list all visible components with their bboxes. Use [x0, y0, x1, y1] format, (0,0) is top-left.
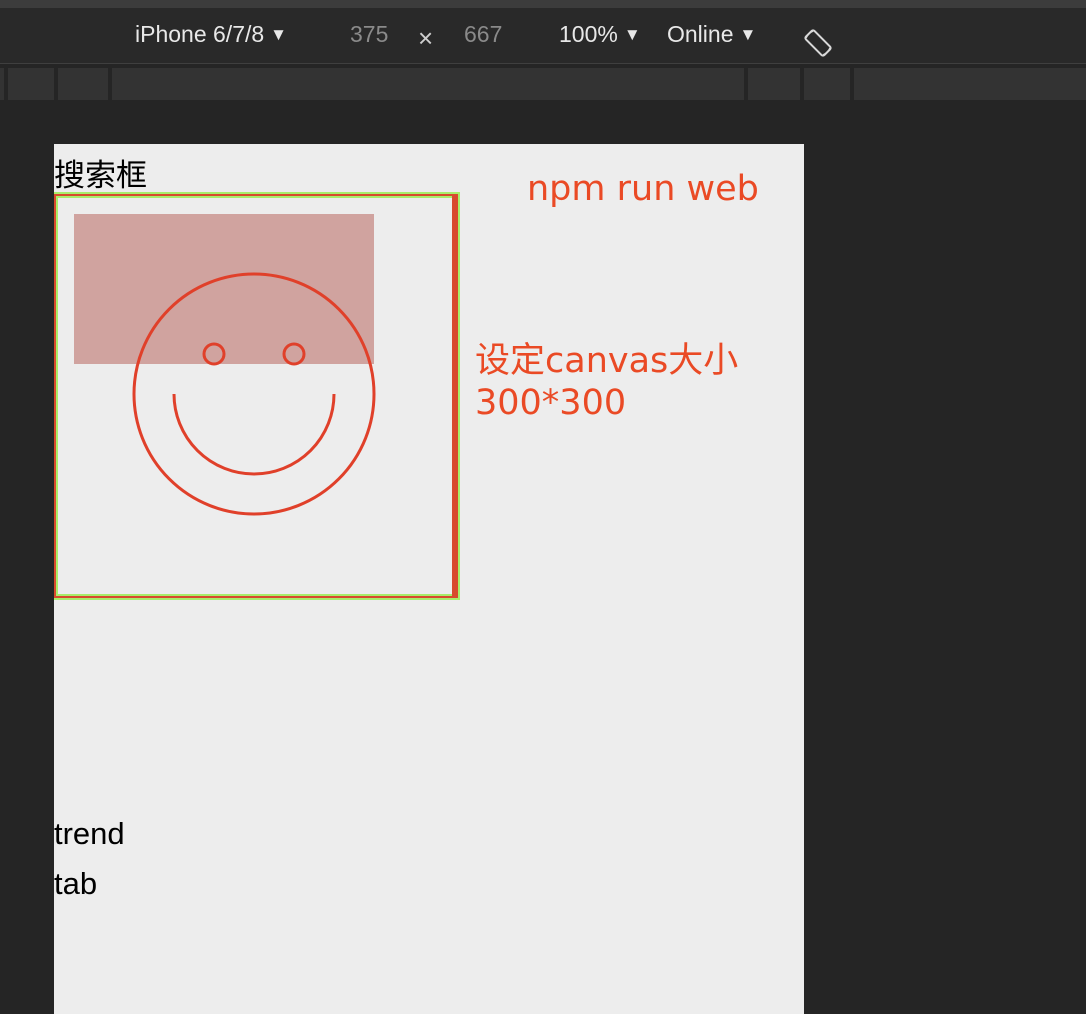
- media-query-segment[interactable]: [112, 68, 744, 100]
- canvas-size-annotation-line2: 300*300: [475, 383, 627, 423]
- chevron-down-icon: ▼: [739, 25, 757, 44]
- canvas-drawing: [74, 214, 376, 516]
- device-select-label: iPhone 6/7/8: [135, 21, 265, 47]
- trend-label: trend: [54, 816, 125, 851]
- media-query-segment[interactable]: [8, 68, 54, 100]
- media-query-segment[interactable]: [748, 68, 800, 100]
- media-query-segment[interactable]: [58, 68, 108, 100]
- media-query-bar: [0, 64, 1086, 100]
- tab-label: tab: [54, 866, 98, 901]
- canvas-size-annotation: 设定canvas大小 300*300: [475, 340, 738, 424]
- canvas-size-annotation-line1: 设定canvas大小: [475, 341, 739, 381]
- network-select[interactable]: Online ▼: [667, 21, 756, 48]
- height-input[interactable]: 667: [464, 21, 502, 48]
- chevron-down-icon: ▼: [270, 25, 287, 44]
- smiley-mouth: [172, 393, 336, 476]
- window-top-strip: [0, 0, 1086, 8]
- zoom-select-label: 100%: [559, 21, 618, 47]
- chevron-down-icon: ▼: [623, 25, 641, 44]
- zoom-select[interactable]: 100% ▼: [559, 21, 641, 48]
- npm-command-annotation: npm run web: [527, 169, 759, 209]
- media-query-segment[interactable]: [0, 68, 4, 100]
- device-viewport: 搜索框 npm run web 设定canvas大小 300*300 trend…: [54, 144, 804, 1014]
- device-select[interactable]: iPhone 6/7/8 ▼: [135, 21, 287, 48]
- network-select-label: Online: [667, 21, 734, 47]
- device-toolbar: iPhone 6/7/8 ▼ 375 × 667 100% ▼ Online ▼: [0, 8, 1086, 64]
- filled-rectangle: [74, 214, 374, 364]
- rotate-icon[interactable]: [803, 28, 833, 58]
- width-input[interactable]: 375: [350, 21, 388, 48]
- search-box-label: 搜索框: [54, 158, 147, 194]
- canvas-element[interactable]: [54, 194, 458, 598]
- media-query-segment[interactable]: [854, 68, 1086, 100]
- media-query-segment[interactable]: [804, 68, 850, 100]
- times-icon: ×: [418, 23, 434, 53]
